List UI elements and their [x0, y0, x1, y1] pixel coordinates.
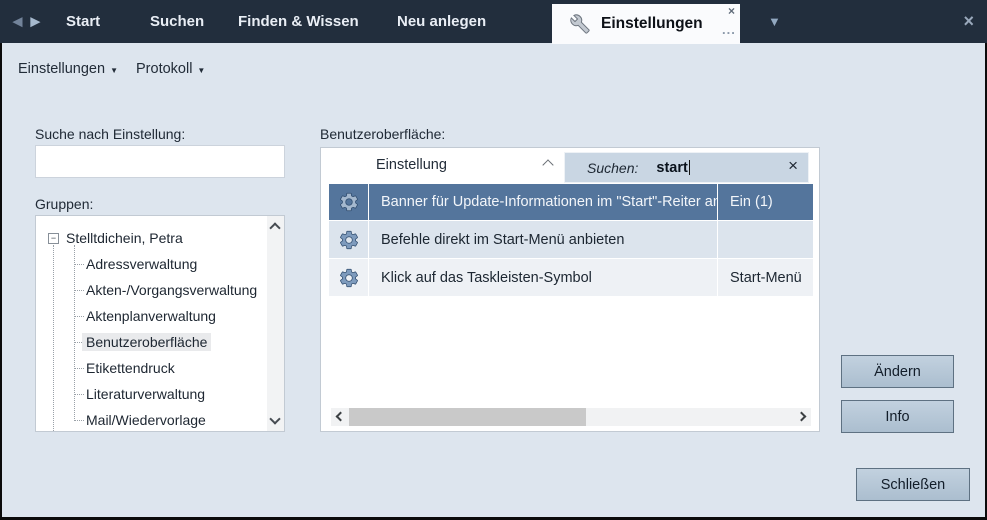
- nav-forward-icon[interactable]: ►: [27, 0, 44, 43]
- setting-value: [718, 221, 813, 258]
- tree-branch-line: [75, 420, 84, 421]
- sort-ascending-icon: [542, 159, 553, 170]
- horizontal-scrollbar[interactable]: [331, 408, 811, 426]
- table-row[interactable]: Klick auf das Taskleisten-Symbol Start-M…: [329, 259, 813, 296]
- tree-branch-line: [75, 394, 84, 395]
- tab-start[interactable]: Start: [66, 0, 100, 43]
- gear-icon: [329, 221, 369, 258]
- tree-scrollbar[interactable]: [267, 216, 284, 431]
- tab-einstellungen-label: Einstellungen: [601, 15, 703, 33]
- column-header-einstellung[interactable]: Einstellung: [376, 157, 447, 173]
- panel-title: Benutzeroberfläche:: [320, 126, 445, 142]
- scroll-up-icon[interactable]: [269, 222, 280, 233]
- tree-item-benutzeroberflaeche[interactable]: Benutzeroberfläche: [82, 333, 211, 351]
- schliessen-button[interactable]: Schließen: [856, 468, 970, 501]
- text-caret: [689, 160, 690, 175]
- tab-close-icon[interactable]: ×: [728, 5, 735, 17]
- wrench-icon: [570, 14, 590, 34]
- search-settings-label: Suche nach Einstellung:: [35, 126, 185, 142]
- tab-overflow-dots: ...: [722, 22, 736, 37]
- search-settings-input[interactable]: [35, 145, 285, 178]
- setting-name: Banner für Update-Informationen im "Star…: [369, 184, 718, 220]
- setting-name: Klick auf das Taskleisten-Symbol: [369, 259, 718, 296]
- setting-value: Start-Menü: [718, 259, 813, 296]
- tree-branch-line: [75, 368, 84, 369]
- tree-item-akten-vorgang[interactable]: Akten-/Vorgangsverwaltung: [86, 282, 257, 298]
- gear-icon: [329, 259, 369, 296]
- tree-root-item[interactable]: Stelltdichein, Petra: [66, 230, 183, 246]
- menu-einstellungen[interactable]: Einstellungen ▼: [18, 61, 118, 77]
- tree-collapse-icon[interactable]: −: [48, 233, 59, 244]
- tree-branch-line: [75, 264, 84, 265]
- tab-suchen[interactable]: Suchen: [150, 0, 204, 43]
- scroll-right-icon[interactable]: [797, 412, 807, 422]
- scroll-left-icon[interactable]: [336, 412, 346, 422]
- window-border: [0, 43, 2, 520]
- settings-table: Einstellung Suchen: start × Banner für U…: [320, 147, 820, 432]
- table-row-selected[interactable]: Banner für Update-Informationen im "Star…: [329, 184, 813, 220]
- scroll-down-icon[interactable]: [269, 413, 280, 424]
- caret-down-icon: ▼: [110, 64, 118, 75]
- groups-label: Gruppen:: [35, 196, 93, 212]
- setting-name: Befehle direkt im Start-Menü anbieten: [369, 221, 718, 258]
- tree-item-aktenplanverwaltung[interactable]: Aktenplanverwaltung: [86, 308, 216, 324]
- menu-einstellungen-label: Einstellungen: [18, 61, 105, 77]
- menu-protokoll[interactable]: Protokoll ▼: [136, 61, 205, 77]
- top-tab-bar: ◄ ► Start Suchen Finden & Wissen Neu anl…: [0, 0, 987, 43]
- info-button[interactable]: Info: [841, 400, 954, 433]
- table-search-overlay: Suchen: start ×: [564, 152, 809, 183]
- tab-finden-wissen[interactable]: Finden & Wissen: [238, 0, 359, 43]
- table-search-value[interactable]: start: [656, 160, 687, 176]
- caret-down-icon: ▼: [197, 64, 205, 75]
- tree-item-etikettendruck[interactable]: Etikettendruck: [86, 360, 175, 376]
- tree-item-mail-wiedervorlage[interactable]: Mail/Wiedervorlage: [86, 412, 206, 428]
- gear-icon: [329, 184, 369, 220]
- tree-item-adressverwaltung[interactable]: Adressverwaltung: [86, 256, 197, 272]
- table-row[interactable]: Befehle direkt im Start-Menü anbieten: [329, 221, 813, 258]
- groups-tree: − Stelltdichein, Petra Adressverwaltung …: [35, 215, 285, 432]
- table-search-label: Suchen:: [587, 160, 638, 176]
- window-close-icon[interactable]: ×: [963, 11, 974, 32]
- tree-item-literaturverwaltung[interactable]: Literaturverwaltung: [86, 386, 205, 402]
- tree-branch-line: [75, 316, 84, 317]
- table-search-close-icon[interactable]: ×: [788, 156, 798, 176]
- setting-value: Ein (1): [718, 184, 813, 220]
- aendern-button[interactable]: Ändern: [841, 355, 954, 388]
- scrollbar-thumb[interactable]: [349, 408, 586, 426]
- nav-back-icon[interactable]: ◄: [9, 0, 26, 43]
- menu-protokoll-label: Protokoll: [136, 61, 192, 77]
- tab-einstellungen-active[interactable]: Einstellungen ×: [552, 4, 740, 44]
- tree-guide-line: [53, 245, 54, 432]
- tab-list-dropdown-icon[interactable]: ▼: [768, 14, 781, 29]
- settings-window: ◄ ► Start Suchen Finden & Wissen Neu anl…: [0, 0, 987, 520]
- tab-neu-anlegen[interactable]: Neu anlegen: [397, 0, 486, 43]
- tree-branch-line: [75, 290, 84, 291]
